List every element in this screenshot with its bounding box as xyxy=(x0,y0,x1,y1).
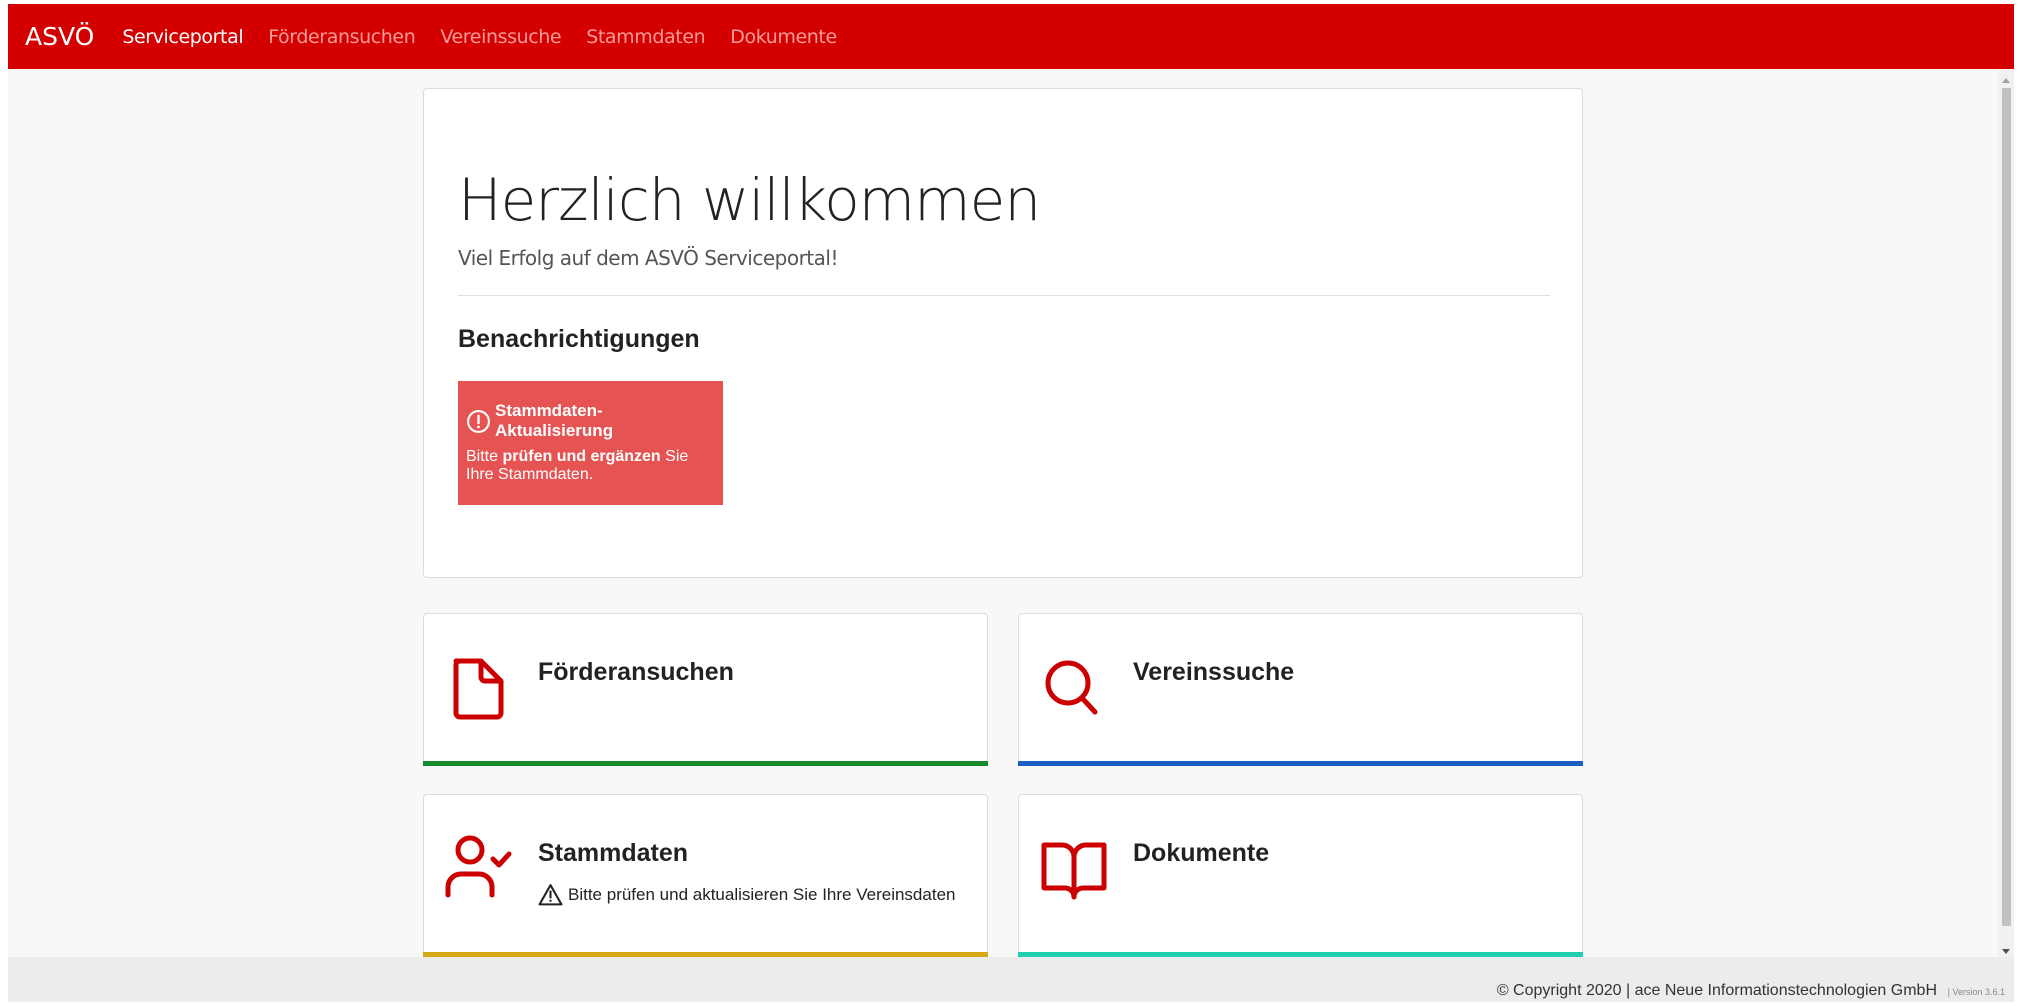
nav-link-stammdaten[interactable]: Stammdaten xyxy=(586,26,705,48)
tile-warning-note: Bitte prüfen und aktualisieren Sie Ihre … xyxy=(538,883,955,906)
tile-title: Stammdaten xyxy=(538,839,689,867)
tile-dokumente[interactable]: Dokumente xyxy=(1018,794,1583,957)
tile-stammdaten[interactable]: Stammdaten Bitte prüfen und aktualisiere… xyxy=(423,794,988,957)
alert-title-row: Stammdaten-Aktualisierung xyxy=(466,401,715,441)
footer-copyright: © Copyright 2020 | ace Neue Informations… xyxy=(1496,982,1937,999)
scroll-up-arrow-icon[interactable] xyxy=(2002,78,2010,83)
tile-title: Dokumente xyxy=(1133,839,1270,867)
nav-link-dokumente[interactable]: Dokumente xyxy=(730,26,837,48)
alert-text-emphasis: prüfen und ergänzen xyxy=(502,448,661,465)
brand-logo[interactable]: ASVÖ xyxy=(25,22,94,51)
exclamation-circle-icon xyxy=(467,409,490,433)
tile-accent-bar xyxy=(1018,761,1583,766)
top-navbar: ASVÖ Serviceportal Förderansuchen Verein… xyxy=(8,4,2014,69)
welcome-subtitle: Viel Erfolg auf dem ASVÖ Serviceportal! xyxy=(458,246,838,270)
scroll-thumb[interactable] xyxy=(2002,88,2011,926)
notifications-heading: Benachrichtigungen xyxy=(458,325,700,353)
tile-title: Förderansuchen xyxy=(538,658,734,686)
nav-link-foerderansuchen[interactable]: Förderansuchen xyxy=(268,26,416,48)
welcome-card: Herzlich willkommen Viel Erfolg auf dem … xyxy=(423,88,1583,578)
search-icon xyxy=(1045,660,1098,715)
nav-link-serviceportal[interactable]: Serviceportal xyxy=(122,26,243,48)
scroll-down-arrow-icon[interactable] xyxy=(2002,949,2010,954)
alert-text-start: Bitte xyxy=(466,448,503,465)
vertical-scrollbar[interactable] xyxy=(1998,70,2014,960)
book-open-icon xyxy=(1041,842,1107,900)
browser-viewport: ASVÖ Serviceportal Förderansuchen Verein… xyxy=(8,4,2014,1002)
nav-link-vereinssuche[interactable]: Vereinssuche xyxy=(440,26,561,48)
alert-title: Stammdaten-Aktualisierung xyxy=(495,401,614,440)
alert-text: Bitte prüfen und ergänzen Sie Ihre Stamm… xyxy=(466,448,715,484)
footer: © Copyright 2020 | ace Neue Informations… xyxy=(8,957,2014,1002)
tile-accent-bar xyxy=(423,761,988,766)
warning-triangle-icon xyxy=(538,884,563,906)
tile-vereinssuche[interactable]: Vereinssuche xyxy=(1018,613,1583,766)
file-icon xyxy=(453,658,504,720)
stammdaten-alert[interactable]: Stammdaten-Aktualisierung Bitte prüfen u… xyxy=(458,381,723,505)
user-check-icon xyxy=(445,835,512,898)
tile-foerderansuchen[interactable]: Förderansuchen xyxy=(423,613,988,766)
footer-version: | Version 3.6.1 xyxy=(1947,987,2005,997)
page-title: Herzlich willkommen xyxy=(458,166,1041,234)
tile-note-text: Bitte prüfen und aktualisieren Sie Ihre … xyxy=(568,884,956,904)
divider xyxy=(458,295,1550,296)
tile-title: Vereinssuche xyxy=(1133,658,1295,686)
